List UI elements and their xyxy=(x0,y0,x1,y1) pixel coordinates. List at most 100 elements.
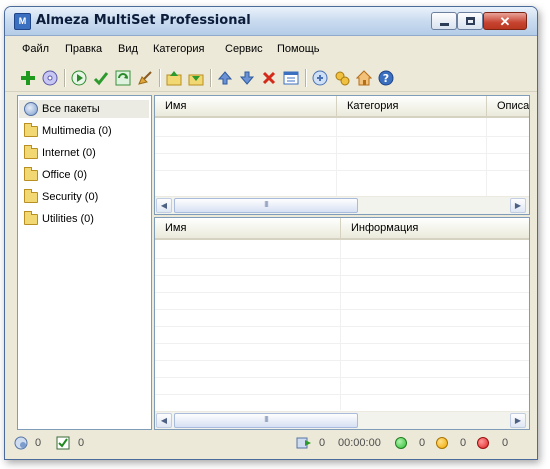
horizontal-scrollbar[interactable]: ◀ III ▶ xyxy=(155,196,529,214)
packages-table[interactable]: Имя Категория Описа ◀ III ▶ xyxy=(154,95,530,215)
export-icon xyxy=(166,71,182,86)
table-row xyxy=(155,258,529,259)
help-icon: ? xyxy=(378,70,394,86)
checkbox-icon xyxy=(56,436,70,450)
app-icon: M xyxy=(14,13,31,30)
column-header-name[interactable]: Имя xyxy=(155,218,341,238)
broom-icon xyxy=(138,71,152,85)
tree-item-all-packages[interactable]: Все пакеты xyxy=(19,100,149,118)
tree-item-label: Office (0) xyxy=(42,169,88,181)
export-button[interactable] xyxy=(165,69,183,87)
horizontal-scrollbar[interactable]: ◀ III ▶ xyxy=(155,411,529,429)
success-count: 0 xyxy=(419,437,426,449)
close-button[interactable]: ✕ xyxy=(483,12,527,30)
import-button[interactable] xyxy=(187,69,205,87)
elapsed-time: 00:00:00 xyxy=(338,437,381,449)
play-icon xyxy=(71,70,87,86)
menu-bar: Файл Правка Вид Категория Сервис Помощь xyxy=(5,37,537,59)
error-count: 0 xyxy=(502,437,509,449)
tree-item-multimedia[interactable]: Multimedia (0) xyxy=(24,122,112,140)
menu-service[interactable]: Сервис xyxy=(225,43,263,55)
minimize-icon xyxy=(440,23,449,26)
move-up-button[interactable] xyxy=(216,69,234,87)
toolbar-separator xyxy=(210,69,212,87)
add-icon xyxy=(21,71,35,85)
tree-item-office[interactable]: Office (0) xyxy=(24,166,87,184)
scroll-left-button[interactable]: ◀ xyxy=(156,198,172,213)
broom-button[interactable] xyxy=(136,69,154,87)
tree-item-label: Multimedia (0) xyxy=(42,125,112,137)
table-row xyxy=(155,292,529,293)
status-bar: 0 0 0 00:00:00 0 0 0 xyxy=(5,431,537,459)
toolbar-separator xyxy=(64,69,66,87)
tree-item-internet[interactable]: Internet (0) xyxy=(24,144,96,162)
menu-file[interactable]: Файл xyxy=(22,43,49,55)
table-row xyxy=(155,309,529,310)
success-indicator-icon xyxy=(395,437,407,449)
scroll-right-button[interactable]: ▶ xyxy=(510,198,526,213)
column-divider xyxy=(486,118,487,196)
package-tree: Все пакеты Multimedia (0) Internet (0) O… xyxy=(17,95,152,430)
tree-item-label: Internet (0) xyxy=(42,147,96,159)
add-button[interactable] xyxy=(19,69,37,87)
column-header-info[interactable]: Информация xyxy=(341,218,529,238)
properties-button[interactable] xyxy=(282,69,300,87)
play-button[interactable] xyxy=(70,69,88,87)
delete-button[interactable] xyxy=(260,69,278,87)
table-row xyxy=(155,275,529,276)
close-icon: ✕ xyxy=(499,14,511,29)
table-header: Имя Информация xyxy=(155,218,529,240)
column-header-category[interactable]: Категория xyxy=(337,96,487,116)
table-row xyxy=(155,170,529,171)
folder-icon xyxy=(24,210,38,225)
scroll-left-button[interactable]: ◀ xyxy=(156,413,172,428)
folder-icon xyxy=(24,188,38,203)
check-icon xyxy=(93,72,109,86)
details-table[interactable]: Имя Информация ◀ III ▶ xyxy=(154,217,530,430)
move-up-icon xyxy=(217,71,233,85)
scroll-right-button[interactable]: ▶ xyxy=(510,413,526,428)
tree-item-label: Utilities (0) xyxy=(42,213,94,225)
move-down-button[interactable] xyxy=(238,69,256,87)
column-header-description[interactable]: Описа xyxy=(487,96,529,116)
warning-indicator-icon xyxy=(436,437,448,449)
tree-item-security[interactable]: Security (0) xyxy=(24,188,98,206)
move-down-icon xyxy=(239,71,255,85)
menu-edit[interactable]: Правка xyxy=(65,43,102,55)
gears-icon xyxy=(335,71,350,86)
table-row xyxy=(155,360,529,361)
check-button[interactable] xyxy=(92,69,110,87)
help-button[interactable]: ? xyxy=(377,69,395,87)
scroll-thumb[interactable]: III xyxy=(174,198,358,213)
table-row xyxy=(155,136,529,137)
delete-icon xyxy=(262,71,276,85)
window-title: Almeza MultiSet Professional xyxy=(36,13,251,28)
menu-view[interactable]: Вид xyxy=(118,43,138,55)
table-row xyxy=(155,394,529,395)
table-row xyxy=(155,153,529,154)
scroll-thumb[interactable]: III xyxy=(174,413,358,428)
menu-help[interactable]: Помощь xyxy=(277,43,320,55)
warning-count: 0 xyxy=(460,437,467,449)
column-header-name[interactable]: Имя xyxy=(155,96,337,116)
title-bar[interactable]: M Almeza MultiSet Professional ✕ xyxy=(5,7,537,36)
maximize-button[interactable] xyxy=(457,12,483,30)
tree-item-label: Все пакеты xyxy=(42,103,100,115)
disc-button[interactable] xyxy=(41,69,59,87)
maximize-icon xyxy=(466,17,475,25)
packages-icon xyxy=(14,436,28,450)
refresh-button[interactable] xyxy=(114,69,132,87)
menu-category[interactable]: Категория xyxy=(153,43,204,55)
refresh-icon xyxy=(115,70,131,86)
home-button[interactable] xyxy=(355,69,373,87)
folder-icon xyxy=(24,122,38,137)
column-divider xyxy=(340,240,341,410)
toolbar-separator xyxy=(159,69,161,87)
error-indicator-icon xyxy=(477,437,489,449)
tree-item-utilities[interactable]: Utilities (0) xyxy=(24,210,94,228)
minimize-button[interactable] xyxy=(431,12,457,30)
svg-text:?: ? xyxy=(383,72,389,85)
folder-icon xyxy=(24,144,38,159)
gears-button[interactable] xyxy=(333,69,351,87)
options-button[interactable] xyxy=(311,69,329,87)
